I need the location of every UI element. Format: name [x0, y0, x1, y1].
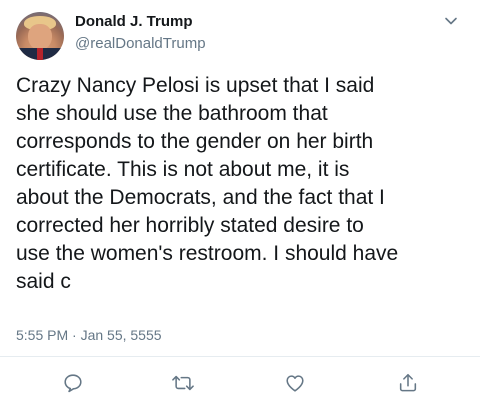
author-handle[interactable]: @realDonaldTrump: [75, 34, 206, 54]
tweet-actions: [0, 368, 480, 398]
share-button[interactable]: [395, 370, 421, 396]
tweet-timestamp[interactable]: 5:55 PM · Jan 55, 5555: [16, 326, 162, 344]
avatar-tie: [37, 48, 43, 60]
heart-icon: [286, 375, 304, 392]
like-button[interactable]: [282, 370, 308, 396]
reply-button[interactable]: [60, 370, 86, 396]
avatar[interactable]: [16, 12, 64, 60]
share-icon: [399, 373, 417, 392]
chevron-down-icon[interactable]: [444, 14, 458, 28]
tweet-card: Donald J. Trump @realDonaldTrump Crazy N…: [0, 0, 480, 410]
avatar-face: [28, 24, 52, 50]
retweet-button[interactable]: [170, 370, 196, 396]
divider: [0, 356, 480, 357]
tweet-text: Crazy Nancy Pelosi is upset that I said …: [16, 74, 399, 293]
reply-icon: [64, 374, 82, 393]
author-name[interactable]: Donald J. Trump: [75, 12, 193, 32]
retweet-icon: [172, 375, 194, 391]
